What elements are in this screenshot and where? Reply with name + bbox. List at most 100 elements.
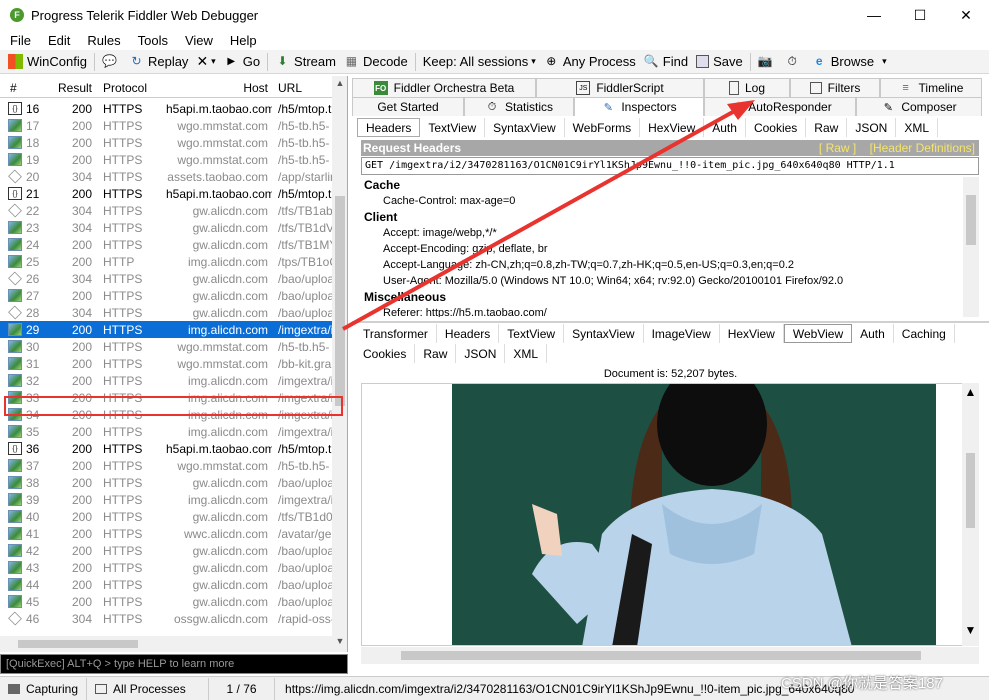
tab-inspectors[interactable]: ✎ Inspectors [574, 97, 704, 116]
resp-tab-auth[interactable]: Auth [852, 324, 894, 343]
table-row[interactable]: 23 304 HTTPS gw.alicdn.com/tfs/TB1dV [0, 219, 332, 236]
col-header-host[interactable]: Host [166, 81, 272, 95]
pane-splitter[interactable] [352, 321, 989, 323]
col-header-num[interactable]: # [0, 81, 45, 95]
resp-tab-cookies[interactable]: Cookies [355, 344, 416, 363]
req-tab-hexview[interactable]: HexView [640, 118, 705, 137]
table-row[interactable]: 30 200 HTTPS wgo.mmstat.com/h5-tb.h5- [0, 338, 332, 355]
sessions-vertical-scrollbar[interactable]: ▲ ▼ [332, 76, 347, 652]
resp-tab-caching[interactable]: Caching [894, 324, 955, 343]
menu-help[interactable]: Help [220, 33, 264, 48]
table-row[interactable]: {} 21 200 HTTPS h5api.m.taobao.com/h5/mtop.t [0, 185, 332, 202]
table-row[interactable]: 41 200 HTTPS wwc.alicdn.com/avatar/ge [0, 525, 332, 542]
tab-autoresponder[interactable]: ⚡ AutoResponder [704, 97, 856, 116]
raw-link[interactable]: [ Raw ] [819, 141, 856, 155]
menu-rules[interactable]: Rules [77, 33, 127, 48]
resp-tab-webview[interactable]: WebView [783, 324, 853, 343]
screenshot-button[interactable]: 📷 [754, 51, 781, 73]
tab-log[interactable]: Log [704, 78, 790, 97]
tab-get-started[interactable]: Get Started [352, 97, 464, 116]
table-row[interactable]: 27 200 HTTPS gw.alicdn.com/bao/uploa [0, 287, 332, 304]
header-definitions-link[interactable]: [Header Definitions] [870, 141, 975, 155]
table-row[interactable]: 20 304 HTTPS assets.taobao.com/app/starlin [0, 168, 332, 185]
resp-tab-textview[interactable]: TextView [499, 324, 565, 343]
table-row[interactable]: 40 200 HTTPS gw.alicdn.com/tfs/TB1d0 [0, 508, 332, 525]
req-tab-webforms[interactable]: WebForms [565, 118, 641, 137]
table-row[interactable]: 18 200 HTTPS wgo.mmstat.com/h5-tb.h5- [0, 134, 332, 151]
table-row[interactable]: 35 200 HTTPS img.alicdn.com/imgextra/i [0, 423, 332, 440]
go-button[interactable]: ▶ Go [220, 51, 264, 73]
webview-vertical-scrollbar[interactable]: ▲ ▼ [962, 383, 979, 646]
capturing-toggle[interactable]: Capturing [0, 677, 88, 700]
scrollbar-thumb[interactable] [335, 196, 345, 406]
scroll-down-icon[interactable]: ▼ [332, 636, 347, 646]
headers-scrollbar[interactable] [963, 177, 979, 317]
req-tab-json[interactable]: JSON [847, 118, 897, 137]
col-header-protocol[interactable]: Protocol [98, 81, 166, 95]
tab-filters[interactable]: Filters [790, 78, 880, 97]
table-row[interactable]: 38 200 HTTPS gw.alicdn.com/bao/uploa [0, 474, 332, 491]
resp-tab-imageview[interactable]: ImageView [644, 324, 720, 343]
resp-tab-hexview[interactable]: HexView [720, 324, 784, 343]
table-row[interactable]: 37 200 HTTPS wgo.mmstat.com/h5-tb.h5- [0, 457, 332, 474]
tab-timeline[interactable]: ≡ Timeline [880, 78, 982, 97]
table-row[interactable]: 26 304 HTTPS gw.alicdn.com/bao/uploa [0, 270, 332, 287]
menu-view[interactable]: View [175, 33, 220, 48]
table-row[interactable]: 22 304 HTTPS gw.alicdn.com/tfs/TB1ab [0, 202, 332, 219]
scrollbar-thumb[interactable] [18, 640, 138, 648]
find-button[interactable]: 🔍 Find [640, 51, 692, 73]
decode-button[interactable]: ▦ Decode [340, 51, 412, 73]
close-button[interactable]: ✕ [943, 0, 989, 30]
table-row[interactable]: {} 36 200 HTTPS h5api.m.taobao.com/h5/mtop.t [0, 440, 332, 457]
webview-horizontal-scrollbar[interactable] [361, 647, 979, 664]
stream-button[interactable]: ⬇ Stream [271, 51, 340, 73]
any-process-button[interactable]: ⊕ Any Process [540, 51, 640, 73]
resp-tab-transformer[interactable]: Transformer [355, 324, 437, 343]
resp-tab-raw[interactable]: Raw [415, 344, 457, 363]
table-row[interactable]: 44 200 HTTPS gw.alicdn.com/bao/uploa [0, 576, 332, 593]
process-filter[interactable]: All Processes [87, 677, 210, 700]
table-row[interactable]: 43 200 HTTPS gw.alicdn.com/bao/uploa [0, 559, 332, 576]
save-button[interactable]: Save [692, 51, 747, 73]
scrollbar-thumb[interactable] [966, 195, 976, 245]
scroll-down-icon[interactable]: ▼ [962, 623, 979, 637]
remove-button[interactable]: ✕ ▾ [192, 51, 219, 73]
menu-tools[interactable]: Tools [128, 33, 175, 48]
table-row[interactable]: {} 16 200 HTTPS h5api.m.taobao.com/h5/mtop.t [0, 100, 332, 117]
req-tab-raw[interactable]: Raw [806, 118, 848, 137]
menu-file[interactable]: File [0, 33, 38, 48]
minimize-button[interactable]: — [851, 0, 897, 30]
table-row[interactable]: 32 200 HTTPS img.alicdn.com/imgextra/i [0, 372, 332, 389]
table-row[interactable]: 46 304 HTTPS ossgw.alicdn.com/rapid-oss- [0, 610, 332, 627]
resp-tab-xml[interactable]: XML [505, 344, 548, 363]
table-row[interactable]: 17 200 HTTPS wgo.mmstat.com/h5-tb.h5- [0, 117, 332, 134]
req-tab-textview[interactable]: TextView [420, 118, 486, 137]
replay-button[interactable]: ↻ Replay [125, 51, 192, 73]
col-header-url[interactable]: URL [272, 81, 332, 95]
table-row[interactable]: 45 200 HTTPS gw.alicdn.com/bao/uploa [0, 593, 332, 610]
menu-edit[interactable]: Edit [38, 33, 77, 48]
winconfig-button[interactable]: WinConfig [4, 51, 91, 73]
resp-tab-headers[interactable]: Headers [437, 324, 500, 343]
quickexec-input[interactable]: [QuickExec] ALT+Q > type HELP to learn m… [0, 654, 348, 674]
table-row[interactable]: 24 200 HTTPS gw.alicdn.com/tfs/TB1MY [0, 236, 332, 253]
table-row[interactable]: 39 200 HTTPS img.alicdn.com/imgextra/i [0, 491, 332, 508]
tab-statistics[interactable]: ⏱ Statistics [464, 97, 574, 116]
table-row[interactable]: 31 200 HTTPS wgo.mmstat.com/bb-kit.gra [0, 355, 332, 372]
req-tab-xml[interactable]: XML [896, 118, 939, 137]
table-row[interactable]: 19 200 HTTPS wgo.mmstat.com/h5-tb.h5- [0, 151, 332, 168]
req-tab-headers[interactable]: Headers [357, 118, 421, 137]
browse-button[interactable]: e Browse ▾ [808, 51, 891, 73]
resp-tab-json[interactable]: JSON [456, 344, 506, 363]
maximize-button[interactable]: ☐ [897, 0, 943, 30]
table-row[interactable]: 29 200 HTTPS img.alicdn.com/imgextra/i [0, 321, 332, 338]
scroll-up-icon[interactable]: ▲ [332, 78, 347, 88]
timer-button[interactable]: ⏱ [781, 51, 808, 73]
sessions-horizontal-scrollbar[interactable] [0, 636, 332, 652]
req-tab-cookies[interactable]: Cookies [746, 118, 807, 137]
scroll-up-icon[interactable]: ▲ [962, 385, 979, 399]
tab-fiddlerscript[interactable]: JS FiddlerScript [536, 78, 704, 97]
table-row[interactable]: 25 200 HTTP img.alicdn.com/tps/TB1oC [0, 253, 332, 270]
req-tab-auth[interactable]: Auth [704, 118, 746, 137]
tab-composer[interactable]: ✎ Composer [856, 97, 982, 116]
